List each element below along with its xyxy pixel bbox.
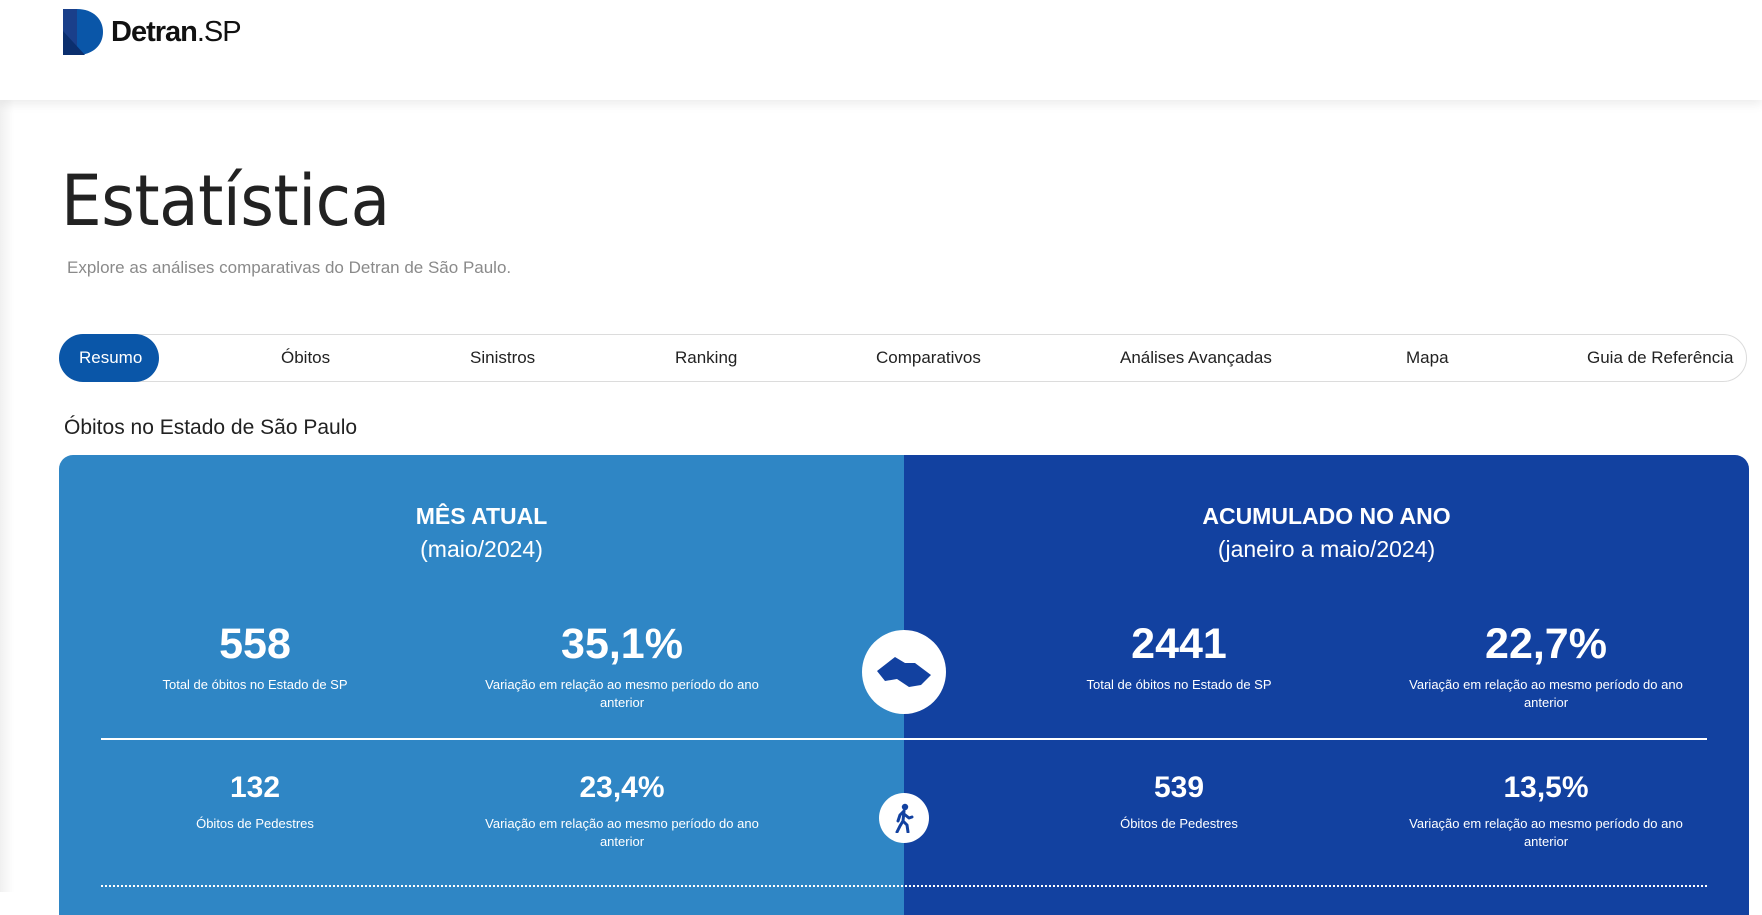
section-heading: Óbitos no Estado de São Paulo [64,416,358,439]
site-header: Detran.SP [0,0,1762,100]
year-variation-value: 22,7% [1485,620,1607,668]
month-pedestrian-stat: 132 Óbitos de Pedestres [105,773,405,833]
row-divider [101,738,1707,740]
tab-guia-de-referencia[interactable]: Guia de Referência [1587,334,1733,382]
month-pedestrian-variation-label: Variação em relação ao mesmo período do … [485,816,759,849]
page-subtitle: Explore as análises comparativas do Detr… [67,258,512,277]
page-title: Estatística [61,160,390,242]
tab-analises-avancadas[interactable]: Análises Avançadas [1120,334,1272,382]
month-variation-value: 35,1% [561,620,683,668]
year-variation-stat: 22,7% Variação em relação ao mesmo perío… [1396,623,1696,712]
row-divider-dotted [101,885,1707,887]
month-total-stat: 558 Total de óbitos no Estado de SP [105,623,405,694]
tab-sinistros[interactable]: Sinistros [470,334,535,382]
month-pedestrian-variation-stat: 23,4% Variação em relação ao mesmo perío… [472,773,772,851]
year-total-stat: 2441 Total de óbitos no Estado de SP [1029,623,1329,694]
current-month-title: MÊS ATUAL [415,503,548,529]
year-to-date-panel: ACUMULADO NO ANO (janeiro a maio/2024) 2… [904,455,1749,915]
year-total-value: 2441 [1131,620,1227,668]
current-month-panel: MÊS ATUAL (maio/2024) 558 Total de óbito… [59,455,904,915]
detran-logo-icon [63,9,103,55]
brand-name: Detran [111,15,198,48]
month-variation-label: Variação em relação ao mesmo período do … [485,677,759,710]
year-to-date-title: ACUMULADO NO ANO [1202,503,1451,529]
stats-panel: MÊS ATUAL (maio/2024) 558 Total de óbito… [59,455,1749,915]
year-pedestrian-stat: 539 Óbitos de Pedestres [1029,773,1329,833]
tab-ranking[interactable]: Ranking [675,334,737,382]
tab-mapa[interactable]: Mapa [1406,334,1449,382]
year-pedestrian-variation-value: 13,5% [1503,771,1589,804]
year-to-date-period: (janeiro a maio/2024) [1217,536,1436,562]
month-pedestrian-value: 132 [229,771,281,804]
month-pedestrian-variation-value: 23,4% [579,771,665,804]
brand-suffix: .SP [196,15,242,48]
pedestrian-badge [879,793,929,843]
tab-comparativos[interactable]: Comparativos [876,334,981,382]
month-pedestrian-label: Óbitos de Pedestres [196,816,314,831]
current-month-period: (maio/2024) [420,536,543,562]
pedestrian-icon [895,803,914,833]
year-pedestrian-variation-label: Variação em relação ao mesmo período do … [1409,816,1683,849]
year-pedestrian-variation-stat: 13,5% Variação em relação ao mesmo perío… [1396,773,1696,851]
tab-bar: Resumo Óbitos Sinistros Ranking Comparat… [59,334,1747,382]
year-pedestrian-value: 539 [1153,771,1205,804]
month-total-value: 558 [219,620,291,668]
month-total-label: Total de óbitos no Estado de SP [162,677,348,692]
sao-paulo-state-map-icon [877,657,931,687]
detran-logo[interactable]: Detran.SP [63,9,242,55]
state-map-badge [862,630,946,714]
year-total-label: Total de óbitos no Estado de SP [1086,677,1272,692]
side-shadow [0,100,14,892]
year-variation-label: Variação em relação ao mesmo período do … [1409,677,1683,710]
year-pedestrian-label: Óbitos de Pedestres [1120,816,1238,831]
month-variation-stat: 35,1% Variação em relação ao mesmo perío… [472,623,772,712]
tab-resumo[interactable]: Resumo [59,334,159,382]
tab-obitos[interactable]: Óbitos [281,334,330,382]
